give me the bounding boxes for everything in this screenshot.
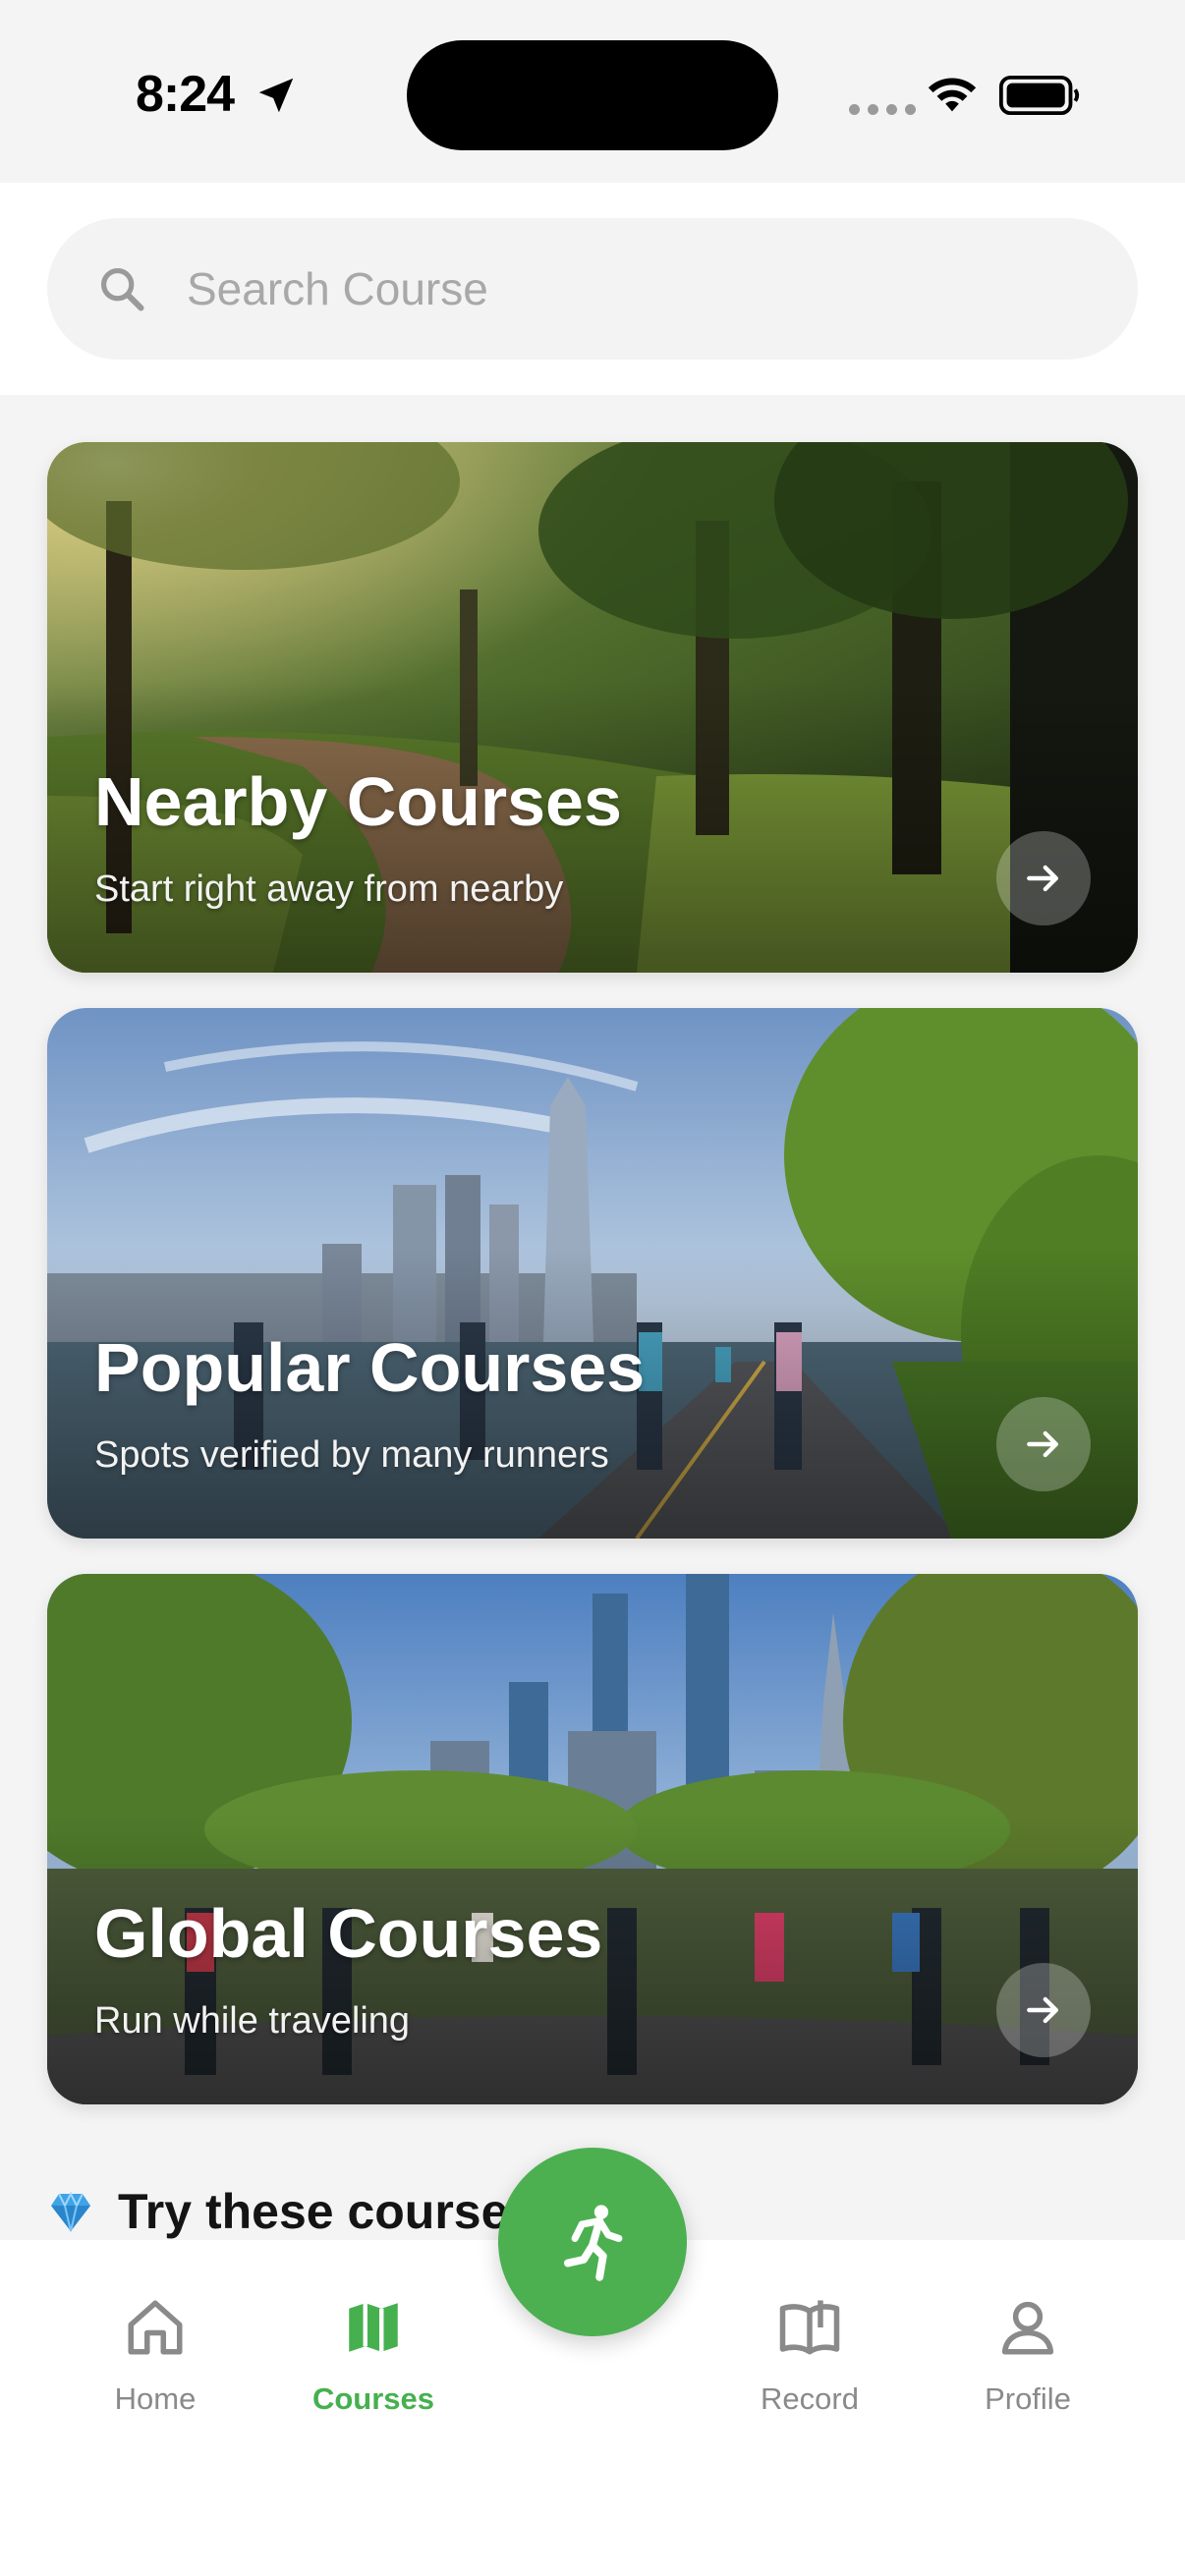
popular-courses-card[interactable]: Popular Courses Spots verified by many r… bbox=[47, 1008, 1138, 1539]
popular-arrow-button[interactable] bbox=[996, 1397, 1091, 1491]
global-arrow-button[interactable] bbox=[996, 1963, 1091, 2057]
nearby-arrow-button[interactable] bbox=[996, 831, 1091, 925]
section-title: Try these courses bbox=[118, 2184, 536, 2239]
nav-home[interactable]: Home bbox=[57, 2295, 254, 2417]
map-icon bbox=[349, 2303, 398, 2352]
card-subtitle: Start right away from nearby bbox=[94, 868, 564, 910]
arrow-right-icon bbox=[1027, 1430, 1059, 1458]
nav-profile[interactable]: Profile bbox=[930, 2295, 1126, 2417]
card-subtitle: Spots verified by many runners bbox=[94, 1434, 609, 1476]
global-courses-card[interactable]: Global Courses Run while traveling bbox=[47, 1574, 1138, 2104]
card-subtitle: Run while traveling bbox=[94, 2000, 411, 2042]
nav-record[interactable]: Record bbox=[711, 2295, 908, 2417]
location-arrow-icon bbox=[258, 78, 294, 113]
battery-icon bbox=[998, 75, 1080, 116]
nav-profile-label: Profile bbox=[985, 2381, 1071, 2416]
book-icon bbox=[779, 2300, 840, 2355]
status-bar: 8:24 bbox=[0, 0, 1185, 183]
dynamic-island bbox=[407, 40, 778, 150]
card-title: Global Courses bbox=[94, 1895, 603, 1972]
search-box[interactable] bbox=[47, 218, 1138, 360]
runner-icon bbox=[563, 2205, 623, 2281]
signal-icon bbox=[849, 104, 916, 115]
search-input[interactable] bbox=[187, 218, 1071, 360]
card-title: Popular Courses bbox=[94, 1329, 646, 1406]
nav-record-label: Record bbox=[761, 2381, 859, 2416]
nav-home-label: Home bbox=[114, 2381, 197, 2416]
home-icon bbox=[128, 2300, 183, 2355]
status-time: 8:24 bbox=[136, 66, 235, 123]
arrow-right-icon bbox=[1027, 1996, 1059, 2024]
arrow-right-icon bbox=[1027, 865, 1059, 892]
nearby-courses-card[interactable]: Nearby Courses Start right away from nea… bbox=[47, 442, 1138, 973]
card-title: Nearby Courses bbox=[94, 763, 622, 840]
wifi-icon bbox=[928, 78, 977, 112]
search-header bbox=[0, 183, 1185, 395]
nav-courses[interactable]: Courses bbox=[275, 2295, 472, 2417]
person-icon bbox=[1001, 2301, 1054, 2355]
nav-courses-label: Courses bbox=[311, 2381, 435, 2416]
start-run-button[interactable] bbox=[498, 2148, 687, 2336]
search-icon bbox=[100, 267, 144, 311]
section-header: Try these courses bbox=[47, 2183, 536, 2240]
gem-icon bbox=[51, 2191, 90, 2232]
